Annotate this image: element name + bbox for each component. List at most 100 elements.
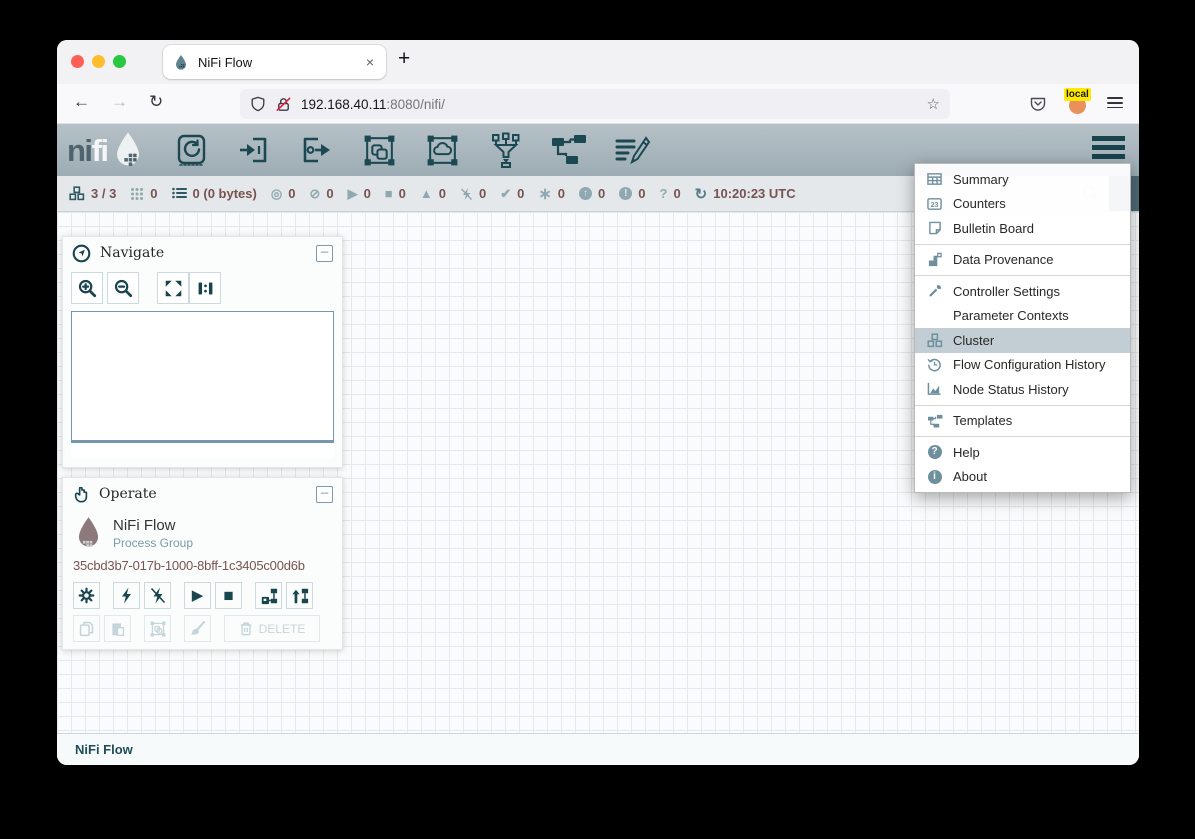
output-port-icon[interactable]: [298, 131, 336, 169]
not-transmitting-icon: ⊘: [309, 186, 320, 202]
url-text[interactable]: 192.168.40.11:8080/nifi/: [301, 97, 445, 112]
breadcrumb: NiFi Flow: [57, 733, 1139, 765]
save-template-button[interactable]: [255, 582, 282, 609]
tab-bar: NiFi Flow × +: [57, 40, 1139, 84]
zoom-actual-button[interactable]: [189, 272, 221, 304]
process-group-icon[interactable]: [361, 131, 399, 169]
last-refresh-status: ↻ 10:20:23 UTC: [695, 185, 796, 203]
tab-close-icon[interactable]: ×: [364, 54, 376, 70]
sticky-note-icon: [925, 221, 944, 235]
stopped-icon: ■: [385, 186, 393, 201]
global-menu-button[interactable]: [1092, 136, 1125, 163]
reload-icon[interactable]: ↻: [149, 92, 163, 112]
copy-button[interactable]: [73, 615, 100, 642]
minimize-window-button[interactable]: [92, 55, 105, 68]
tab-title: NiFi Flow: [198, 55, 364, 70]
operate-collapse-button[interactable]: −: [316, 486, 333, 503]
running-status: ▶ 0: [348, 186, 371, 202]
menu-item-node-status-history[interactable]: Node Status History: [915, 377, 1130, 402]
refresh-icon[interactable]: ↻: [695, 185, 708, 203]
logo-fi: fi: [92, 133, 108, 168]
zoom-out-button[interactable]: [107, 272, 139, 304]
start-button[interactable]: ▶: [184, 582, 211, 609]
delete-button[interactable]: DELETE: [224, 615, 320, 642]
menu-item-controller-settings[interactable]: Controller Settings: [915, 279, 1130, 304]
menu-item-summary[interactable]: Summary: [915, 167, 1130, 192]
zoom-window-button[interactable]: [113, 55, 126, 68]
selected-component-name: NiFi Flow: [113, 517, 193, 534]
up-arrow-circle-icon: ↑: [579, 187, 592, 200]
svg-text:23: 23: [931, 202, 939, 209]
menu-item-help[interactable]: ? Help: [915, 440, 1130, 465]
queued-status: 0 (0 bytes): [172, 186, 257, 201]
shield-icon[interactable]: [250, 96, 266, 112]
stopped-status: ■ 0: [385, 186, 406, 201]
birdseye-minimap[interactable]: [71, 311, 334, 443]
operate-header: Operate −: [63, 478, 342, 510]
bookmark-star-icon[interactable]: ☆: [927, 95, 940, 113]
navigate-tools: [71, 272, 334, 304]
logo-ni: ni: [67, 133, 92, 168]
menu-separator: [915, 405, 1130, 406]
color-brush-button[interactable]: [184, 615, 211, 642]
input-port-icon[interactable]: [235, 131, 273, 169]
process-group-drop-icon: [75, 516, 102, 550]
new-tab-button[interactable]: +: [398, 47, 410, 71]
breadcrumb-root[interactable]: NiFi Flow: [75, 742, 133, 757]
navigate-collapse-button[interactable]: −: [316, 245, 333, 262]
component-palette: [172, 131, 651, 169]
menu-item-templates[interactable]: Templates: [915, 409, 1130, 434]
check-icon: ✔: [500, 186, 511, 202]
stop-button[interactable]: ■: [215, 582, 242, 609]
menu-item-bulletin-board[interactable]: Bulletin Board: [915, 216, 1130, 241]
disabled-status: 0: [460, 186, 486, 201]
queue-list-icon: [172, 187, 187, 201]
back-icon[interactable]: ←: [73, 92, 90, 112]
template-small-icon: [925, 414, 944, 428]
menu-item-parameter-contexts[interactable]: Parameter Contexts: [915, 304, 1130, 329]
asterisk-icon: ∗: [538, 184, 551, 204]
browser-tab[interactable]: NiFi Flow ×: [163, 45, 386, 79]
insecure-lock-icon[interactable]: [275, 96, 292, 113]
global-menu-dropdown: Summary 23 Counters Bulletin Board Data …: [914, 163, 1131, 493]
menu-item-flow-configuration-history[interactable]: Flow Configuration History: [915, 353, 1130, 378]
navigate-panel: Navigate −: [62, 236, 343, 468]
pocket-icon[interactable]: [1029, 95, 1047, 113]
wrench-icon: [925, 284, 944, 299]
stale-status: ↑ 0: [579, 186, 605, 201]
close-window-button[interactable]: [71, 55, 84, 68]
browser-navbar: ← → ↻ 192.168.40.11:8080/nifi/ ☆ local: [57, 84, 1139, 124]
provenance-icon: [925, 252, 944, 267]
warning-triangle-icon: ▲: [420, 186, 433, 201]
label-icon[interactable]: [613, 131, 651, 169]
navigate-header: Navigate −: [63, 237, 342, 269]
zoom-in-button[interactable]: [71, 272, 103, 304]
menu-item-cluster[interactable]: Cluster: [915, 328, 1130, 353]
delete-label: DELETE: [259, 622, 306, 636]
account-avatar[interactable]: local: [1067, 90, 1089, 114]
remote-process-group-icon[interactable]: [424, 131, 462, 169]
funnel-icon[interactable]: [487, 131, 525, 169]
processor-icon[interactable]: [172, 131, 210, 169]
configure-gear-button[interactable]: [73, 582, 100, 609]
menu-item-about[interactable]: i About: [915, 465, 1130, 490]
group-button[interactable]: [144, 615, 171, 642]
menu-item-data-provenance[interactable]: Data Provenance: [915, 248, 1130, 273]
upload-template-button[interactable]: [286, 582, 313, 609]
menu-item-counters[interactable]: 23 Counters: [915, 192, 1130, 217]
enable-bolt-button[interactable]: [113, 582, 140, 609]
table-icon: [925, 172, 944, 186]
cluster-icon: [69, 186, 85, 201]
nifi-logo: nifi: [67, 131, 146, 169]
app-menu-icon[interactable]: [1107, 97, 1123, 111]
hand-pointer-icon: [72, 485, 90, 504]
paste-button[interactable]: [104, 615, 131, 642]
menu-separator: [915, 275, 1130, 276]
zoom-fit-button[interactable]: [157, 272, 189, 304]
url-bar[interactable]: 192.168.40.11:8080/nifi/ ☆: [240, 89, 950, 119]
template-icon[interactable]: [550, 131, 588, 169]
disable-crossed-bolt-button[interactable]: [144, 582, 171, 609]
forward-icon[interactable]: →: [111, 92, 128, 112]
navigate-title: Navigate: [100, 245, 164, 261]
exclamation-circle-icon: !: [619, 187, 632, 200]
